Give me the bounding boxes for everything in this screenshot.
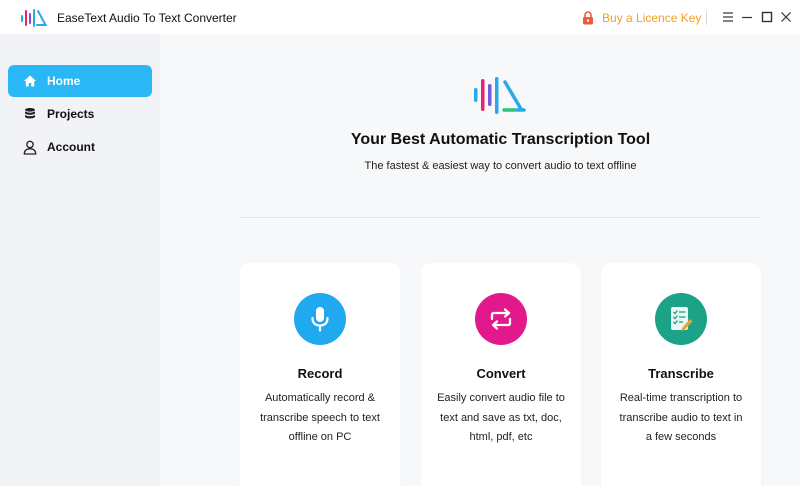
home-icon (24, 75, 36, 87)
checklist-icon (671, 307, 693, 331)
app-logo-icon (21, 9, 47, 27)
microphone-icon (311, 307, 329, 332)
convert-card[interactable]: Convert Easily convert audio file to tex… (421, 263, 581, 486)
close-icon[interactable] (780, 11, 792, 23)
database-icon (25, 108, 35, 119)
main-content: Your Best Automatic Transcription Tool T… (160, 34, 800, 486)
maximize-icon[interactable] (761, 11, 773, 23)
sidebar: Home Projects Account (0, 34, 160, 486)
minimize-icon[interactable] (741, 11, 753, 23)
sidebar-item-label: Projects (47, 107, 95, 121)
card-description: Automatically record & transcribe speech… (260, 392, 380, 443)
record-card[interactable]: Record Automatically record & transcribe… (240, 263, 400, 486)
hero-logo-icon (474, 77, 526, 114)
page-subtitle: The fastest & easiest way to convert aud… (364, 160, 637, 172)
section-divider (240, 217, 760, 218)
card-title: Transcribe (648, 366, 714, 381)
transcribe-card[interactable]: Transcribe Real-time transcription to tr… (601, 263, 761, 486)
record-icon-circle (294, 293, 346, 345)
card-description: Easily convert audio file to text and sa… (437, 392, 565, 443)
card-description: Real-time transcription to transcribe au… (619, 392, 743, 443)
lock-icon (583, 11, 593, 25)
menu-icon[interactable] (722, 11, 734, 23)
card-title: Record (297, 366, 343, 381)
page-title: Your Best Automatic Transcription Tool (350, 131, 651, 148)
app-title: EaseText Audio To Text Converter (57, 11, 237, 25)
convert-arrows-icon (490, 308, 512, 330)
sidebar-item-account[interactable]: Account (8, 131, 152, 163)
card-title: Convert (476, 366, 526, 381)
convert-icon-circle (475, 293, 527, 345)
sidebar-item-label: Home (47, 74, 81, 88)
transcribe-icon-circle (655, 293, 707, 345)
sidebar-item-projects[interactable]: Projects (8, 98, 152, 130)
title-bar: EaseText Audio To Text Converter Buy a L… (0, 0, 800, 34)
user-icon (23, 140, 37, 155)
licence-label: Buy a Licence Key (602, 11, 702, 25)
titlebar-divider (706, 11, 707, 25)
sidebar-item-label: Account (47, 140, 95, 154)
buy-licence-link[interactable]: Buy a Licence Key (582, 9, 701, 27)
sidebar-item-home[interactable]: Home (8, 65, 152, 97)
